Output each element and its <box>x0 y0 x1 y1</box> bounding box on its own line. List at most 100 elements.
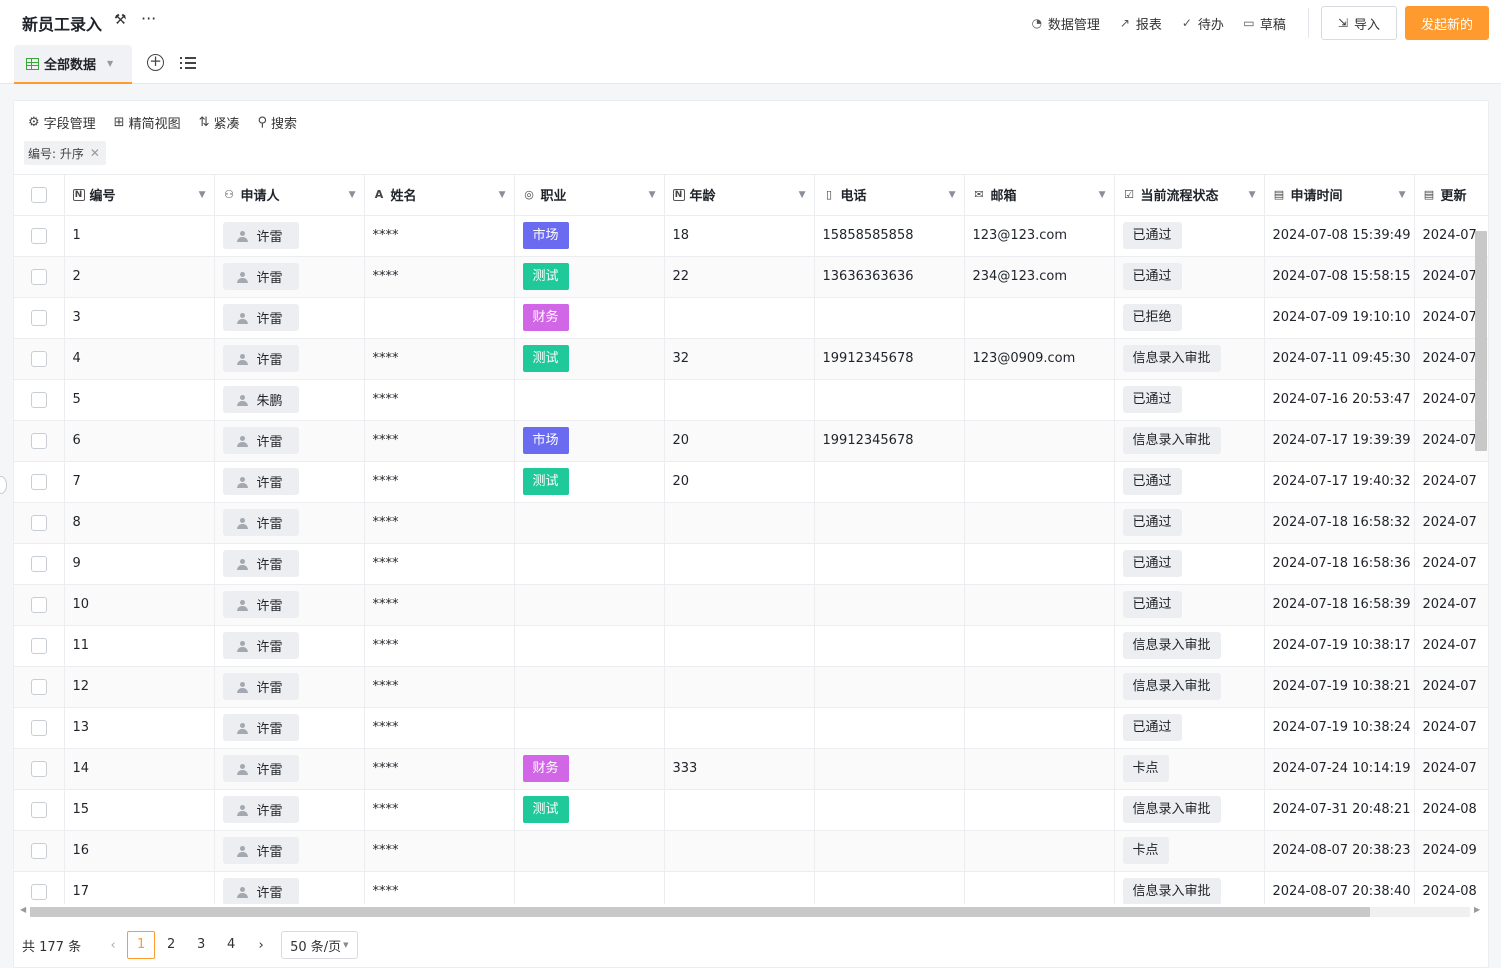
cell-apply-time[interactable]: 2024-07-17 19:40:32 <box>1264 461 1415 503</box>
row-checkbox[interactable] <box>30 842 47 859</box>
cell-status[interactable]: 已通过 <box>1114 584 1265 626</box>
cell-job[interactable] <box>514 871 665 904</box>
cell-phone[interactable] <box>814 625 965 667</box>
table-row[interactable]: 16 许雷 **** 卡点 2024-08-07 20:38:23 2024-09 <box>14 830 1488 872</box>
row-checkbox[interactable] <box>30 227 47 244</box>
row-checkbox[interactable] <box>30 350 47 367</box>
cell-phone[interactable] <box>814 502 965 544</box>
cell-phone[interactable] <box>814 297 965 339</box>
next-page-icon[interactable]: › <box>247 938 275 953</box>
cell-email[interactable] <box>964 789 1115 831</box>
top-link-1[interactable]: ↗ 报表 <box>1118 14 1162 33</box>
cell-name[interactable]: **** <box>364 379 515 421</box>
row-checkbox[interactable] <box>30 596 47 613</box>
select-all-checkbox[interactable] <box>30 186 47 203</box>
cell-job[interactable] <box>514 707 665 749</box>
cell-apply-time[interactable]: 2024-07-18 16:58:39 <box>1264 584 1415 626</box>
cell-status[interactable]: 信息录入审批 <box>1114 789 1265 831</box>
row-checkbox[interactable] <box>30 678 47 695</box>
cell-job[interactable] <box>514 584 665 626</box>
cell-update-time[interactable]: 2024-08 <box>1414 789 1488 831</box>
cell-email[interactable] <box>964 666 1115 708</box>
user-chip[interactable]: 许雷 <box>222 632 299 659</box>
cell-age[interactable] <box>664 543 815 585</box>
column-header-email[interactable]: ✉ 邮箱 ▼ <box>964 175 1115 216</box>
cell-email[interactable] <box>964 871 1115 904</box>
cell-status[interactable]: 信息录入审批 <box>1114 625 1265 667</box>
cell-apply-time[interactable]: 2024-08-07 20:38:23 <box>1264 830 1415 872</box>
cell-age[interactable] <box>664 297 815 339</box>
cell-job[interactable]: 测试 <box>514 256 665 298</box>
row-checkbox[interactable] <box>30 637 47 654</box>
cell-apply-time[interactable]: 2024-07-18 16:58:36 <box>1264 543 1415 585</box>
cell-age[interactable]: 20 <box>664 420 815 462</box>
column-menu-icon[interactable]: ▼ <box>499 190 506 200</box>
cell-email[interactable] <box>964 502 1115 544</box>
cell-apply-time[interactable]: 2024-07-19 10:38:17 <box>1264 625 1415 667</box>
cell-status[interactable]: 已通过 <box>1114 215 1265 257</box>
cell-applicant[interactable]: 朱鹏 <box>214 379 365 421</box>
cell-id[interactable]: 4 <box>64 338 215 380</box>
user-chip[interactable]: 许雷 <box>222 550 299 577</box>
cell-status[interactable]: 已拒绝 <box>1114 297 1265 339</box>
column-menu-icon[interactable]: ▼ <box>799 190 806 200</box>
cell-update-time[interactable]: 2024-07 <box>1414 502 1488 544</box>
cell-job[interactable] <box>514 830 665 872</box>
cell-update-time[interactable]: 2024-07 <box>1414 584 1488 626</box>
table-row[interactable]: 14 许雷 **** 财务 333 卡点 2024-07-24 10:14:19 2024-0… <box>14 748 1488 790</box>
table-row[interactable]: 17 许雷 **** 信息录入审批 2024-08-07 20:38:40 2024-08 <box>14 871 1488 904</box>
cell-name[interactable]: **** <box>364 707 515 749</box>
column-menu-icon[interactable]: ▼ <box>649 190 656 200</box>
cell-job[interactable]: 市场 <box>514 215 665 257</box>
row-checkbox[interactable] <box>30 555 47 572</box>
cell-applicant[interactable]: 许雷 <box>214 543 365 585</box>
cell-status[interactable]: 信息录入审批 <box>1114 338 1265 380</box>
simple-view-button[interactable]: ⊞ 精简视图 <box>114 113 181 132</box>
table-row[interactable]: 1 许雷 **** 市场 18 15858585858 123@123.com 已通过 2024… <box>14 215 1488 257</box>
cell-update-time[interactable]: 2024-07 <box>1414 748 1488 790</box>
cell-update-time[interactable]: 2024-07 <box>1414 625 1488 667</box>
cell-applicant[interactable]: 许雷 <box>214 830 365 872</box>
cell-job[interactable]: 测试 <box>514 338 665 380</box>
cell-email[interactable] <box>964 625 1115 667</box>
cell-applicant[interactable]: 许雷 <box>214 584 365 626</box>
cell-apply-time[interactable]: 2024-07-11 09:45:30 <box>1264 338 1415 380</box>
page-4[interactable]: 4 <box>217 931 245 959</box>
cell-phone[interactable] <box>814 461 965 503</box>
cell-name[interactable]: **** <box>364 625 515 667</box>
cell-email[interactable] <box>964 461 1115 503</box>
cell-email[interactable] <box>964 748 1115 790</box>
table-row[interactable]: 3 许雷 财务 已拒绝 2024-07-09 19:10:10 2024-07 <box>14 297 1488 339</box>
cell-id[interactable]: 8 <box>64 502 215 544</box>
close-icon[interactable]: ✕ <box>90 146 100 160</box>
cell-apply-time[interactable]: 2024-08-07 20:38:40 <box>1264 871 1415 904</box>
cell-update-time[interactable]: 2024-07 <box>1414 707 1488 749</box>
cell-job[interactable]: 市场 <box>514 420 665 462</box>
cell-name[interactable]: **** <box>364 502 515 544</box>
cell-id[interactable]: 15 <box>64 789 215 831</box>
top-link-3[interactable]: ▭ 草稿 <box>1242 14 1286 33</box>
column-header-update_time[interactable]: ▤ 更新 <box>1414 175 1488 216</box>
cell-id[interactable]: 2 <box>64 256 215 298</box>
cell-age[interactable] <box>664 789 815 831</box>
cell-email[interactable]: 123@0909.com <box>964 338 1115 380</box>
cell-age[interactable]: 20 <box>664 461 815 503</box>
cell-email[interactable] <box>964 297 1115 339</box>
cell-email[interactable] <box>964 707 1115 749</box>
user-chip[interactable]: 许雷 <box>222 509 299 536</box>
cell-job[interactable] <box>514 543 665 585</box>
row-checkbox[interactable] <box>30 801 47 818</box>
cell-applicant[interactable]: 许雷 <box>214 338 365 380</box>
table-row[interactable]: 7 许雷 **** 测试 20 已通过 2024-07-17 19:40:32 2024-07 <box>14 461 1488 503</box>
user-chip[interactable]: 许雷 <box>222 222 299 249</box>
table-row[interactable]: 13 许雷 **** 已通过 2024-07-19 10:38:24 2024-07 <box>14 707 1488 749</box>
cell-update-time[interactable]: 2024-09 <box>1414 830 1488 872</box>
cell-name[interactable]: **** <box>364 830 515 872</box>
column-menu-icon[interactable]: ▼ <box>349 190 356 200</box>
sort-chip[interactable]: 编号: 升序 ✕ <box>24 141 106 165</box>
cell-age[interactable] <box>664 379 815 421</box>
cell-apply-time[interactable]: 2024-07-19 10:38:21 <box>1264 666 1415 708</box>
user-chip[interactable]: 许雷 <box>222 468 299 495</box>
cell-name[interactable]: **** <box>364 871 515 904</box>
row-checkbox[interactable] <box>30 760 47 777</box>
